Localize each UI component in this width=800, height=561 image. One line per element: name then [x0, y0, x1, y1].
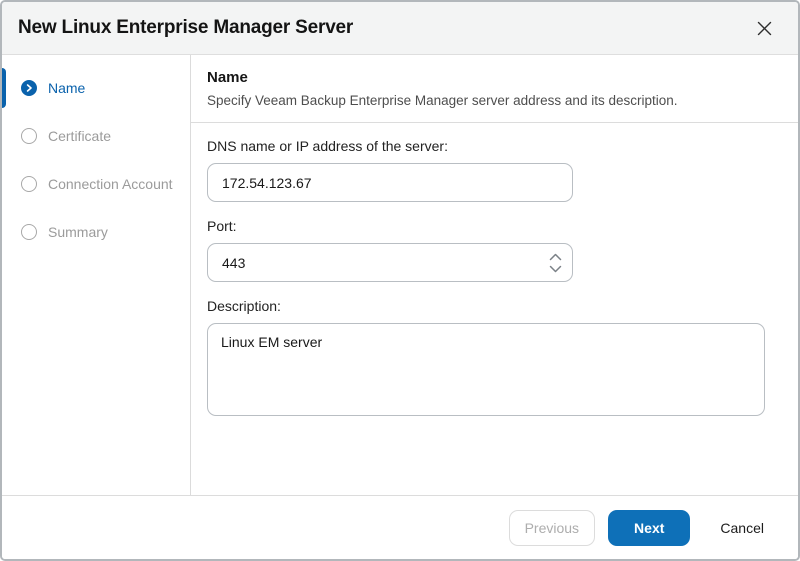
- sidebar-step-certificate[interactable]: Certificate: [2, 112, 190, 160]
- chevron-down-icon[interactable]: [549, 265, 562, 273]
- port-input[interactable]: [207, 243, 573, 282]
- cancel-button[interactable]: Cancel: [718, 510, 766, 546]
- step-label: Summary: [48, 224, 108, 240]
- dialog-header: New Linux Enterprise Manager Server: [2, 2, 798, 55]
- chevron-up-icon[interactable]: [549, 253, 562, 261]
- new-linux-em-server-dialog: New Linux Enterprise Manager Server Name…: [0, 0, 800, 561]
- wizard-steps-sidebar: Name Certificate Connection Account Summ…: [2, 55, 191, 495]
- active-step-indicator: [2, 68, 6, 108]
- dns-field-group: DNS name or IP address of the server:: [207, 138, 782, 202]
- next-button[interactable]: Next: [608, 509, 691, 546]
- sidebar-step-name[interactable]: Name: [2, 64, 190, 112]
- dialog-body: Name Certificate Connection Account Summ…: [2, 55, 798, 495]
- dialog-footer: Previous Next Cancel: [2, 495, 798, 559]
- step-label: Name: [48, 80, 86, 96]
- sidebar-step-summary[interactable]: Summary: [2, 208, 190, 256]
- close-icon[interactable]: [751, 15, 778, 42]
- sidebar-step-connection-account[interactable]: Connection Account: [2, 160, 190, 208]
- step-circle-icon: [21, 128, 37, 144]
- port-field-group: Port:: [207, 218, 782, 282]
- port-label: Port:: [207, 218, 237, 234]
- step-label: Certificate: [48, 128, 112, 144]
- dialog-title: New Linux Enterprise Manager Server: [18, 17, 354, 38]
- step-circle-icon: [21, 224, 37, 240]
- dns-input[interactable]: [207, 163, 573, 202]
- step-circle-icon: [21, 176, 37, 192]
- page-subtitle: Specify Veeam Backup Enterprise Manager …: [207, 93, 678, 108]
- dns-label: DNS name or IP address of the server:: [207, 138, 448, 154]
- description-label: Description:: [207, 298, 281, 314]
- step-label: Connection Account: [48, 176, 173, 192]
- content-header: Name Specify Veeam Backup Enterprise Man…: [191, 55, 798, 123]
- chevron-right-icon: [21, 80, 37, 96]
- port-spinner-control: [207, 243, 573, 282]
- previous-button[interactable]: Previous: [508, 509, 596, 546]
- description-textarea[interactable]: Linux EM server: [207, 323, 765, 416]
- page-title: Name: [207, 69, 248, 86]
- port-spinner: [549, 243, 562, 282]
- x-cross-glyph: [757, 21, 772, 35]
- description-field-group: Description: Linux EM server: [207, 298, 782, 416]
- step-content-panel: Name Specify Veeam Backup Enterprise Man…: [191, 55, 798, 495]
- name-step-form: DNS name or IP address of the server: Po…: [191, 123, 798, 447]
